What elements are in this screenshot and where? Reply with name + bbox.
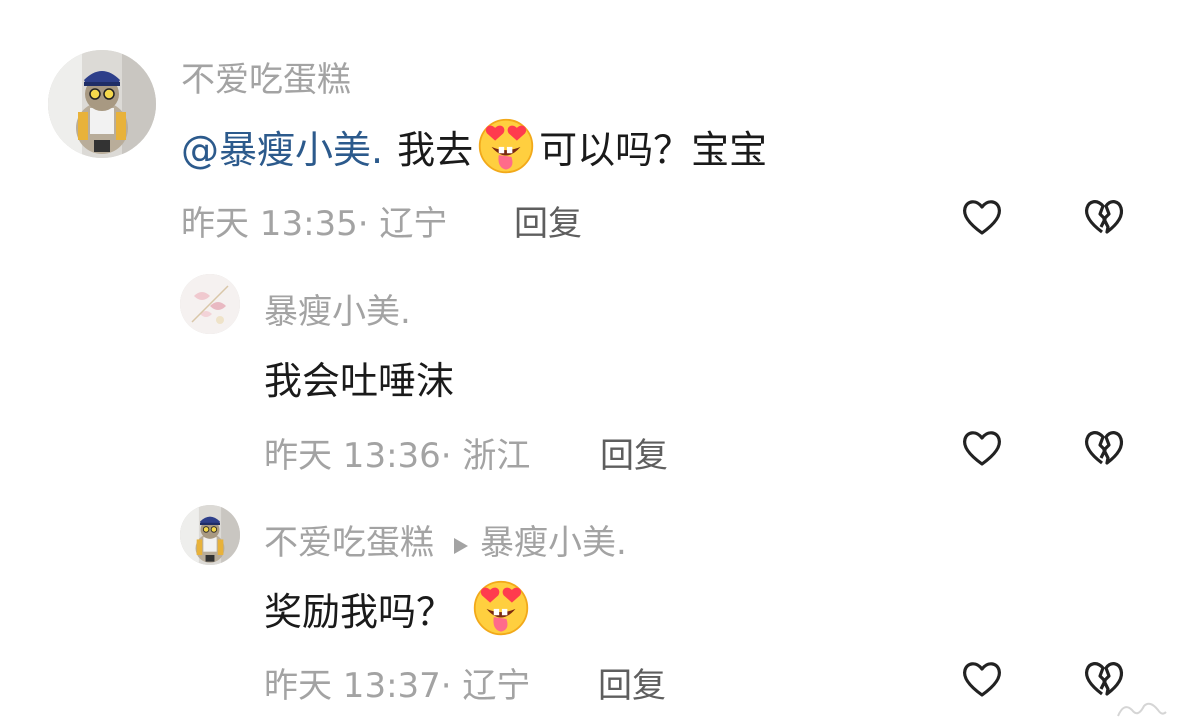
- comment-meta: 昨天 13:37· 辽宁: [264, 658, 530, 707]
- reply-button[interactable]: 回复: [598, 658, 666, 707]
- location: · 辽宁: [440, 666, 531, 706]
- heart-eyes-tongue-emoji: [472, 579, 530, 637]
- reply-arrow-icon: [452, 525, 470, 565]
- author-name: 不爱吃蛋糕 暴瘦小美.: [264, 515, 627, 565]
- comment-text: 奖励我吗？: [264, 578, 530, 638]
- author-link[interactable]: 不爱吃蛋糕: [264, 523, 434, 563]
- broken-heart-icon[interactable]: [1080, 655, 1128, 703]
- avatar[interactable]: [180, 505, 240, 565]
- heart-outline-icon[interactable]: [958, 655, 1006, 703]
- reply-to-link[interactable]: 暴瘦小美.: [480, 523, 627, 563]
- comment-text-part: 奖励我吗？: [264, 589, 455, 634]
- watermark-logo: [1114, 698, 1170, 722]
- timestamp: 昨天 13:37: [264, 666, 441, 706]
- reply-item: 不爱吃蛋糕 暴瘦小美. 奖励我吗？ 昨天 13:37· 辽宁 回复: [0, 0, 1178, 728]
